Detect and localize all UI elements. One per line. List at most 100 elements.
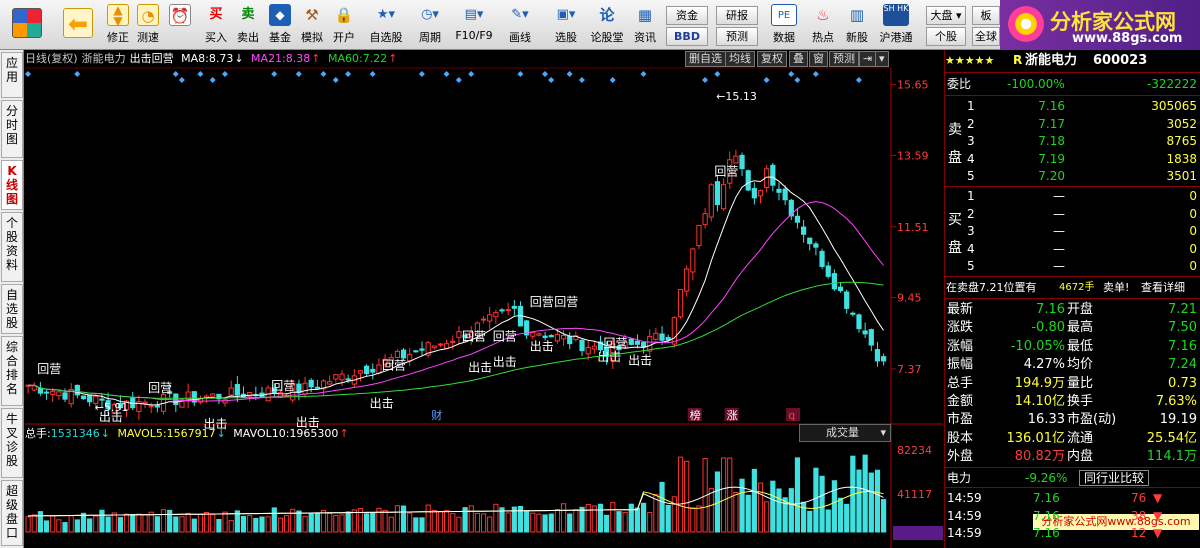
bbd-button[interactable]: BBD — [666, 27, 708, 46]
buy-level-row[interactable]: 5 — 0 — [945, 258, 1200, 275]
toolbar-item-1[interactable]: ◔ 测速 — [134, 4, 162, 48]
candle-body — [370, 368, 376, 373]
tab-stock-profile[interactable]: 个股资料 — [1, 212, 23, 282]
buy-price: — — [1053, 206, 1065, 221]
sell-level-row[interactable]: 4 7.19 1838 — [945, 151, 1200, 168]
tab-diagnosis[interactable]: 牛叉诊股 — [1, 408, 23, 478]
event-mark-label[interactable]: 榜 — [690, 408, 701, 422]
tab-super-quote[interactable]: 超级盘口 — [1, 480, 23, 546]
buy-level: 4 — [967, 241, 975, 256]
sell-level-row[interactable]: 2 7.17 3052 — [945, 116, 1200, 133]
volume-bar — [825, 509, 831, 533]
weicha-value: -322222 — [1146, 77, 1197, 91]
buy-level-row[interactable]: 2 — 0 — [945, 206, 1200, 223]
buy-level-row[interactable]: 3 — 0 — [945, 223, 1200, 240]
toolbar-item-watchlist[interactable]: ★▾ 自选股 — [366, 4, 406, 48]
toolbar-item-new-stock[interactable]: ▥ 新股 — [842, 4, 872, 48]
toolbar-item-hotspot[interactable]: ♨ 热点 — [808, 4, 838, 48]
stat-row: 涨幅 -10.05% 最低 7.16 — [945, 338, 1200, 355]
remove-watchlist-button[interactable]: 删自选 — [685, 51, 726, 67]
buy-level-row[interactable]: 1 — 0 — [945, 188, 1200, 205]
adjust-toggle-button[interactable]: 复权 — [757, 51, 787, 67]
tab-ranking[interactable]: 综合排名 — [1, 336, 23, 406]
volume-bar — [339, 514, 345, 533]
overlay-button[interactable]: 叠 — [789, 51, 808, 67]
tick-time: 14:59 — [947, 526, 982, 540]
market-button[interactable]: 大盘 ▾ — [926, 6, 966, 25]
tick-time: 14:59 — [947, 491, 982, 505]
volume-bar — [480, 513, 487, 533]
chevron-down-icon[interactable]: ▾ — [875, 51, 889, 67]
buy-level-row[interactable]: 4 — 0 — [945, 241, 1200, 258]
candle-body — [327, 381, 333, 385]
kline-chart-panel[interactable]: 15.6513.5911.519.457.3782234411173499←15… — [25, 50, 943, 548]
toolbar-item-sh-hk[interactable]: SH HK 沪港通 — [876, 4, 916, 48]
back-button[interactable]: ⬅ — [62, 4, 94, 48]
site-logo: 分析家公式网 www.88gs.com — [1000, 0, 1200, 50]
ma-toggle-button[interactable]: 均线 — [725, 51, 755, 67]
toolbar-item-buy[interactable]: 买 买入 — [202, 4, 230, 48]
tab-intraday[interactable]: 分时图 — [1, 100, 23, 158]
signal-diamond-icon — [714, 71, 721, 77]
toolbar-item-period[interactable]: ◷▾ 周期 — [410, 4, 450, 48]
toolbar-item-forum[interactable]: 论 论股堂 — [590, 4, 624, 48]
industry-name[interactable]: 电力 — [947, 470, 971, 487]
fund-flow-button[interactable]: 资金 — [666, 6, 708, 25]
volume-bar — [43, 520, 50, 533]
signal-diamond-icon — [443, 71, 450, 77]
global-button[interactable]: 全球 — [972, 27, 1000, 46]
volume-bar — [456, 516, 462, 533]
volume-bar — [240, 515, 247, 533]
candle-body — [659, 333, 665, 341]
app-grid-button[interactable] — [8, 4, 46, 48]
sell-level-row[interactable]: 1 7.16 305065 — [945, 98, 1200, 115]
signal-diamond-icon — [25, 71, 31, 77]
tab-apps[interactable]: 应用 — [1, 52, 23, 98]
toolbar-item-f10[interactable]: ▤▾ F10/F9 — [454, 4, 494, 48]
candle-body — [74, 384, 80, 396]
volume-bar — [431, 510, 437, 533]
stat-row: 外盘 80.82万 内盘 114.1万 — [945, 448, 1200, 465]
sell-level-row[interactable]: 5 7.20 3501 — [945, 168, 1200, 185]
candle-body — [154, 405, 160, 408]
single-stock-button[interactable]: 个股 — [926, 27, 966, 46]
candle-body — [560, 334, 567, 340]
toolbar-item-fund[interactable]: ◆ 基金 — [266, 4, 294, 48]
toolbar-item-sell[interactable]: 卖 卖出 — [234, 4, 262, 48]
tab-watchlist[interactable]: 自选股 — [1, 284, 23, 334]
industry-compare-button[interactable]: 同行业比较 — [1079, 470, 1150, 486]
stat-row: 最新 7.16 开盘 7.21 — [945, 301, 1200, 318]
kline-chart-canvas[interactable]: 15.6513.5911.519.457.3782234411173499←15… — [25, 50, 943, 548]
stat-label: 最高 — [1067, 320, 1094, 336]
indicator-select[interactable]: 成交量 ▾ — [799, 424, 891, 442]
toolbar-item-draw[interactable]: ✎▾ 画线 — [500, 4, 540, 48]
event-mark-label[interactable]: 财 — [431, 408, 442, 422]
toolbar-item-data[interactable]: PE 数据 — [766, 4, 802, 48]
sell-level-row[interactable]: 3 7.18 8765 — [945, 133, 1200, 150]
volume-bar — [130, 513, 136, 533]
signal-in-label: 回营 — [714, 165, 738, 179]
toolbar-item-news[interactable]: ▦ 资讯 — [630, 4, 660, 48]
ma60-value: 7.22 — [362, 52, 388, 65]
volume-bar — [708, 487, 714, 533]
pin-icon[interactable]: ⇥ — [859, 51, 877, 67]
toolbar-item-0[interactable]: ▲ ▼ 修正 — [104, 4, 132, 48]
toolbar-item-open-account[interactable]: 🔒 开户 — [330, 4, 358, 48]
forecast-button[interactable]: 预测 — [716, 27, 758, 46]
sell-volume: 3052 — [1166, 116, 1197, 131]
order-detail-link[interactable]: 查看详细 — [1141, 279, 1185, 296]
toolbar-item-screener[interactable]: ▣▾ 选股 — [546, 4, 586, 48]
buy-level: 3 — [967, 224, 975, 238]
window-button[interactable]: 窗 — [809, 51, 828, 67]
research-report-button[interactable]: 研报 — [716, 6, 758, 25]
event-mark-label[interactable]: q — [788, 409, 795, 422]
toolbar-item-simulate[interactable]: ⚒ 模拟 — [298, 4, 326, 48]
volume-bar — [265, 516, 271, 533]
event-mark-label[interactable]: 涨 — [727, 409, 738, 422]
toolbar-item-2[interactable]: ⏰ 测速 — [166, 4, 194, 48]
tab-kline[interactable]: K线图 — [1, 160, 23, 210]
volume-bar — [284, 515, 290, 533]
forecast-chart-button[interactable]: 预测 — [829, 51, 859, 67]
sell-price: 7.18 — [1038, 134, 1065, 148]
sector-button[interactable]: 板 — [972, 6, 1000, 25]
